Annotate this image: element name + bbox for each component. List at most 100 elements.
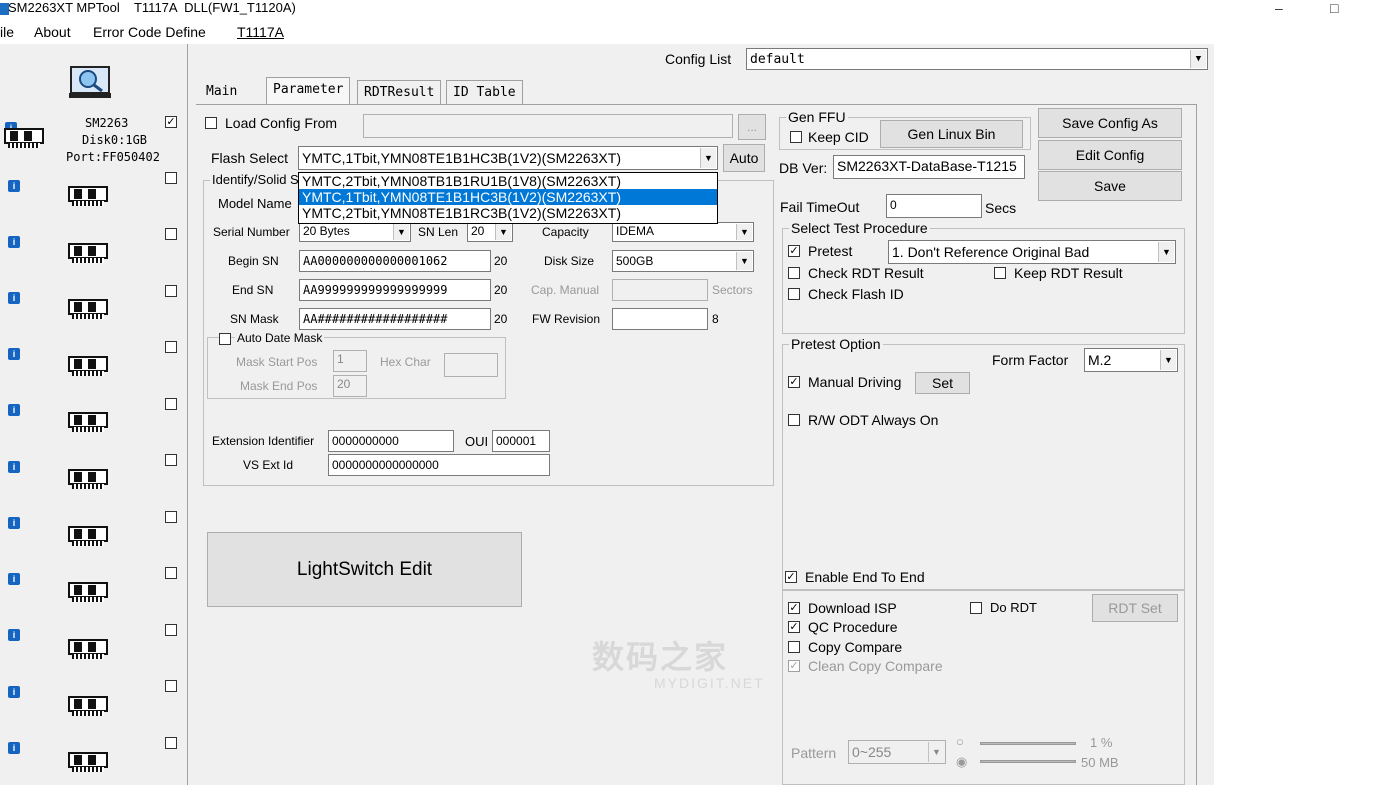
copy-compare-checkbox[interactable] bbox=[788, 641, 800, 653]
info-icon[interactable]: i bbox=[8, 292, 20, 304]
cap-manual-label: Cap. Manual bbox=[531, 283, 600, 297]
info-icon[interactable]: i bbox=[8, 686, 20, 698]
end-sn-input[interactable]: AA999999999999999999 bbox=[299, 279, 491, 301]
rw-odt-checkbox[interactable] bbox=[788, 414, 800, 426]
flash-option[interactable]: YMTC,2Tbit,YMN08TB1B1RU1B(1V8)(SM2263XT) bbox=[299, 173, 717, 189]
do-rdt-checkbox[interactable] bbox=[970, 602, 982, 614]
load-config-path[interactable] bbox=[363, 114, 733, 138]
form-factor-label: Form Factor bbox=[992, 352, 1069, 368]
fw-revision-length: 8 bbox=[712, 312, 719, 326]
clean-copy-compare-checkbox[interactable]: ✓ bbox=[788, 660, 800, 672]
info-icon[interactable]: i bbox=[8, 461, 20, 473]
check-rdt-result-checkbox[interactable] bbox=[788, 267, 800, 279]
percent-slider[interactable] bbox=[980, 742, 1076, 745]
device-checkbox[interactable] bbox=[165, 341, 177, 353]
gen-linux-bin-button[interactable]: Gen Linux Bin bbox=[880, 120, 1023, 148]
watermark: 数码之家 bbox=[592, 639, 729, 675]
tab-parameter[interactable]: Parameter bbox=[266, 77, 351, 104]
keep-rdt-result-checkbox[interactable] bbox=[994, 267, 1006, 279]
begin-sn-input[interactable]: AA000000000000001062 bbox=[299, 250, 491, 272]
end-sn-length: 20 bbox=[494, 283, 508, 297]
fw-revision-input[interactable] bbox=[612, 308, 708, 330]
model-name-label: Model Name bbox=[218, 196, 292, 211]
info-icon[interactable]: i bbox=[8, 348, 20, 360]
device-checkbox[interactable] bbox=[165, 228, 177, 240]
sn-len-select[interactable]: 20 ▼ bbox=[467, 222, 513, 242]
info-icon[interactable]: i bbox=[8, 180, 20, 192]
serial-number-select[interactable]: 20 Bytes ▼ bbox=[299, 222, 411, 242]
extension-identifier-input[interactable]: 0000000000 bbox=[328, 430, 454, 452]
save-button[interactable]: Save bbox=[1038, 171, 1182, 201]
enable-end-to-end-checkbox[interactable]: ✓ bbox=[785, 571, 797, 583]
qc-procedure-checkbox[interactable]: ✓ bbox=[788, 621, 800, 633]
device-checkbox[interactable] bbox=[165, 567, 177, 579]
set-button[interactable]: Set bbox=[915, 372, 970, 394]
fw-revision-label: FW Revision bbox=[532, 312, 601, 326]
fail-timeout-input[interactable]: 0 bbox=[886, 194, 982, 218]
config-list-select[interactable]: default ▼ bbox=[746, 48, 1208, 70]
flash-option[interactable]: YMTC,2Tbit,YMN08TE1B1RC3B(1V2)(SM2263XT) bbox=[299, 205, 717, 221]
keep-cid-checkbox[interactable] bbox=[790, 131, 802, 143]
hex-char-input[interactable] bbox=[444, 353, 498, 377]
pretest-checkbox[interactable]: ✓ bbox=[788, 245, 800, 257]
title-bar: SM2263XT MPTool T1117A DLL(FW1_T1120A) –… bbox=[0, 0, 1379, 20]
auto-date-mask-checkbox[interactable] bbox=[219, 333, 231, 345]
download-isp-checkbox[interactable]: ✓ bbox=[788, 602, 800, 614]
db-ver-label: DB Ver: bbox=[779, 160, 828, 176]
load-config-checkbox[interactable] bbox=[205, 117, 217, 129]
device-checkbox[interactable]: ✓ bbox=[165, 116, 177, 128]
oui-input[interactable]: 000001 bbox=[492, 430, 550, 452]
menu-about[interactable]: About bbox=[34, 24, 71, 40]
info-icon[interactable]: i bbox=[8, 236, 20, 248]
chevron-down-icon: ▼ bbox=[928, 742, 944, 762]
device-checkbox[interactable] bbox=[165, 398, 177, 410]
device-checkbox[interactable] bbox=[165, 454, 177, 466]
vs-ext-id-input[interactable]: 0000000000000000 bbox=[328, 454, 550, 476]
tab-main[interactable]: Main bbox=[200, 80, 243, 104]
info-icon[interactable]: i bbox=[8, 742, 20, 754]
device-checkbox[interactable] bbox=[165, 624, 177, 636]
edit-config-button[interactable]: Edit Config bbox=[1038, 140, 1182, 170]
pretest-select[interactable]: 1. Don't Reference Original Bad ▼ bbox=[888, 240, 1176, 264]
tab-id-table[interactable]: ID Table bbox=[446, 80, 523, 104]
menu-error-code-define[interactable]: Error Code Define bbox=[93, 24, 206, 40]
sn-mask-input[interactable]: AA################## bbox=[299, 308, 491, 330]
lightswitch-edit-button[interactable]: LightSwitch Edit bbox=[207, 532, 522, 607]
tab-rdtresult[interactable]: RDTResult bbox=[357, 80, 442, 104]
manual-driving-checkbox[interactable]: ✓ bbox=[788, 376, 800, 388]
ssd-device-icon bbox=[66, 293, 110, 321]
info-icon[interactable]: i bbox=[8, 629, 20, 641]
form-factor-select[interactable]: M.2 ▼ bbox=[1084, 348, 1178, 372]
minimize-button[interactable]: – bbox=[1275, 0, 1283, 16]
ssd-device-icon bbox=[66, 463, 110, 491]
cap-manual-input[interactable] bbox=[612, 279, 708, 301]
capacity-select[interactable]: IDEMA ▼ bbox=[612, 222, 754, 242]
menu-t1117a[interactable]: T1117A bbox=[237, 24, 284, 40]
info-icon[interactable]: i bbox=[8, 404, 20, 416]
check-flash-id-checkbox[interactable] bbox=[788, 288, 800, 300]
browse-button[interactable]: ... bbox=[738, 114, 766, 140]
flash-select-dropdown[interactable]: YMTC,1Tbit,YMN08TE1B1HC3B(1V2)(SM2263XT)… bbox=[298, 146, 718, 170]
keep-cid-label: Keep CID bbox=[808, 129, 869, 145]
info-icon[interactable]: i bbox=[8, 573, 20, 585]
device-checkbox[interactable] bbox=[165, 285, 177, 297]
disk-size-select[interactable]: 500GB ▼ bbox=[612, 250, 754, 272]
mask-end-pos-input[interactable]: 20 bbox=[333, 375, 367, 397]
flash-option-selected[interactable]: YMTC,1Tbit,YMN08TE1B1HC3B(1V2)(SM2263XT) bbox=[299, 189, 717, 205]
mask-start-pos-input[interactable]: 1 bbox=[333, 350, 367, 372]
radio-percent[interactable]: ○ bbox=[956, 734, 964, 749]
device-checkbox[interactable] bbox=[165, 737, 177, 749]
info-icon[interactable]: i bbox=[8, 517, 20, 529]
rdt-set-button[interactable]: RDT Set bbox=[1092, 594, 1178, 622]
radio-mb[interactable]: ◉ bbox=[956, 754, 967, 770]
search-device-icon[interactable] bbox=[69, 66, 111, 100]
device-checkbox[interactable] bbox=[165, 511, 177, 523]
save-config-as-button[interactable]: Save Config As bbox=[1038, 108, 1182, 138]
size-slider[interactable] bbox=[980, 760, 1076, 763]
menu-file[interactable]: ile bbox=[0, 24, 14, 40]
maximize-button[interactable]: □ bbox=[1330, 0, 1338, 16]
device-checkbox[interactable] bbox=[165, 680, 177, 692]
pattern-select[interactable]: 0~255 ▼ bbox=[848, 740, 946, 764]
auto-button[interactable]: Auto bbox=[723, 144, 765, 172]
device-checkbox[interactable] bbox=[165, 172, 177, 184]
